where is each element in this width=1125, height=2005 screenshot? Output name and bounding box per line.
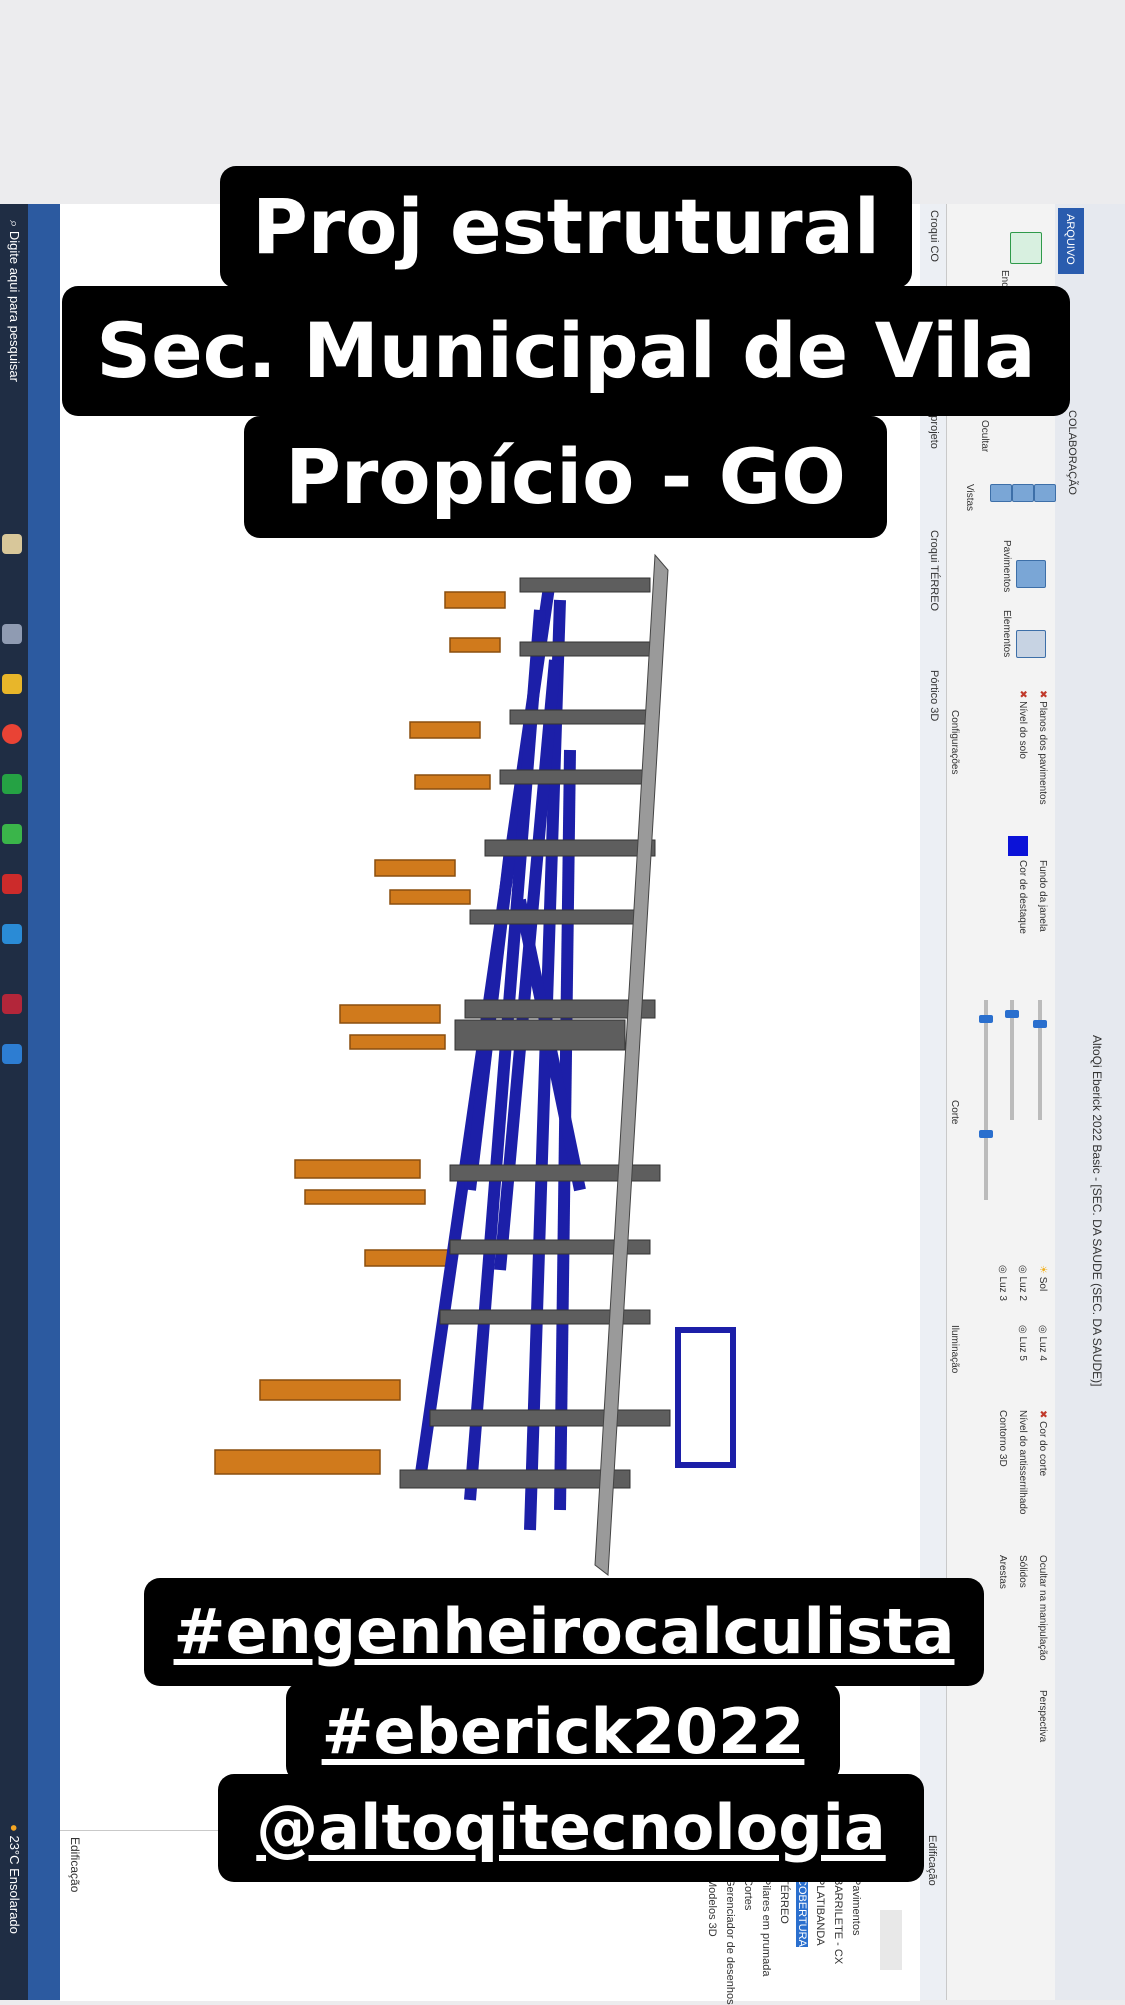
tab-portico-3d[interactable]: Pórtico 3D — [928, 670, 940, 721]
cor-corte-checkbox[interactable]: ✖ Cor do corte — [1037, 1410, 1048, 1476]
luz-4-toggle[interactable]: ◎ Luz 4 — [1037, 1325, 1048, 1361]
eberick-icon[interactable] — [2, 924, 22, 944]
x-mark-icon: ✖ — [1037, 690, 1048, 702]
news-widget-icon[interactable] — [2, 534, 22, 554]
panel-label: Edificação — [68, 1837, 82, 1893]
caption-title-2: Sec. Municipal de Vila — [62, 286, 1070, 416]
lamp-icon: ◎ — [1017, 1325, 1028, 1337]
weather-status: ● 23°C Ensolarado — [7, 1824, 22, 1934]
app-blue-icon[interactable] — [2, 1044, 22, 1064]
vista-icon[interactable] — [990, 484, 1012, 502]
tree-title: Edificação — [926, 1835, 938, 1886]
hashtag-eberick2022[interactable]: #eberick2022 — [286, 1682, 840, 1782]
tree-toolbar — [880, 1910, 902, 1970]
document-tabs — [920, 204, 947, 2000]
corte-slider[interactable] — [979, 1100, 993, 1200]
accent-color-swatch[interactable] — [1008, 836, 1028, 856]
nivel-solo-checkbox[interactable]: ✖ Nível do solo — [1017, 690, 1028, 759]
app-pdf-icon[interactable] — [2, 994, 22, 1014]
tree-item[interactable]: PLATIBANDA — [814, 1878, 826, 1946]
group-iluminacao: Iluminação — [949, 1325, 960, 1374]
perspectiva-select[interactable]: Perspectiva — [1037, 1690, 1048, 1742]
vista-icon[interactable] — [1034, 484, 1056, 502]
lamp-icon: ◎ — [1017, 1265, 1028, 1277]
tab-croqui-co[interactable]: Croqui CO — [928, 210, 940, 262]
elementos-button[interactable]: Elementos — [1001, 610, 1012, 657]
fundo-janela-button[interactable]: Fundo da janela — [1037, 860, 1048, 932]
group-vistas: Vistas — [964, 484, 975, 512]
ocultar-button[interactable]: Ocultar — [979, 420, 990, 452]
lamp-icon: ◎ — [997, 1265, 1008, 1277]
app-green-icon[interactable] — [2, 824, 22, 844]
x-mark-icon: ✖ — [1017, 690, 1028, 702]
contorno-3d-select[interactable]: Contorno 3D — [997, 1410, 1008, 1467]
tree-item[interactable]: Pavimentos — [850, 1878, 862, 1935]
whatsapp-icon[interactable] — [2, 774, 22, 794]
tree-item[interactable]: COBERTURA — [796, 1878, 808, 1947]
hashtag-engenheirocalculista[interactable]: #engenheirocalculista — [144, 1578, 984, 1686]
tree-item[interactable]: BARRILETE - CX — [832, 1878, 844, 1964]
vista-icon[interactable] — [1012, 484, 1034, 502]
elementos-icon[interactable] — [1016, 630, 1046, 658]
sun-icon: ● — [7, 1824, 22, 1836]
tree-item[interactable]: Pilares em prumada — [760, 1878, 772, 1976]
chrome-icon[interactable] — [2, 724, 22, 744]
group-configuracoes: Configurações — [949, 710, 960, 775]
portico-3d-view[interactable] — [200, 550, 760, 1580]
tab-colaboracao[interactable]: COLABORAÇÃO — [1066, 410, 1078, 495]
group-corte: Corte — [949, 1100, 960, 1125]
luz-2-toggle[interactable]: ◎ Luz 2 — [1017, 1265, 1028, 1301]
tree-item[interactable]: Cortes — [742, 1878, 754, 1910]
caption-title-1: Proj estrutural — [220, 166, 912, 288]
tab-arquivo[interactable]: ARQUIVO — [1058, 208, 1084, 274]
ocultar-manipulacao-toggle[interactable]: Ocultar na manipulação — [1037, 1555, 1048, 1661]
window-title: AltoQi Eberick 2022 Basic - [SEC. DA SAU… — [1090, 1035, 1104, 1387]
arestas-select[interactable]: Arestas — [997, 1555, 1008, 1589]
taskbar-search[interactable]: ⌕ Digite aqui para pesquisar — [6, 220, 22, 382]
luz-sol-toggle[interactable]: ☀ Sol — [1037, 1265, 1048, 1291]
sun-icon: ☀ — [1037, 1265, 1048, 1277]
enquadrar-3d-icon[interactable] — [1010, 232, 1042, 264]
planos-checkbox[interactable]: ✖ Planos dos pavimentos — [1037, 690, 1048, 805]
lamp-icon: ◎ — [1037, 1325, 1048, 1337]
corte-slider[interactable] — [1005, 1000, 1019, 1120]
antiserrilhado-select[interactable]: Nível do antisserrilhado — [1017, 1410, 1028, 1515]
tree-item[interactable]: Modelos 3D — [706, 1878, 718, 1937]
caption-title-3: Propício - GO — [244, 416, 887, 538]
search-icon: ⌕ — [7, 220, 22, 231]
pavimentos-button[interactable]: Pavimentos — [1001, 540, 1012, 592]
folder-icon[interactable] — [2, 674, 22, 694]
pavimentos-icon[interactable] — [1016, 560, 1046, 588]
mention-altoqitecnologia[interactable]: @altoqitecnologia — [218, 1774, 924, 1882]
corte-slider[interactable] — [1033, 1000, 1047, 1120]
window-border — [28, 204, 60, 2000]
taskview-icon[interactable] — [2, 624, 22, 644]
luz-3-toggle[interactable]: ◎ Luz 3 — [997, 1265, 1008, 1301]
tree-item[interactable]: TÉRREO — [778, 1878, 790, 1924]
luz-5-toggle[interactable]: ◎ Luz 5 — [1017, 1325, 1028, 1361]
solidos-select[interactable]: Sólidos — [1017, 1555, 1028, 1588]
cor-destaque-button[interactable]: Cor de destaque — [1017, 860, 1028, 934]
x-mark-icon: ✖ — [1037, 1410, 1048, 1422]
tree-item[interactable]: Gerenciador de desenhos — [724, 1878, 736, 2005]
app-red-icon[interactable] — [2, 874, 22, 894]
right-frame — [675, 1327, 736, 1468]
tab-croqui-terreo[interactable]: Croqui TÉRREO — [928, 530, 940, 611]
